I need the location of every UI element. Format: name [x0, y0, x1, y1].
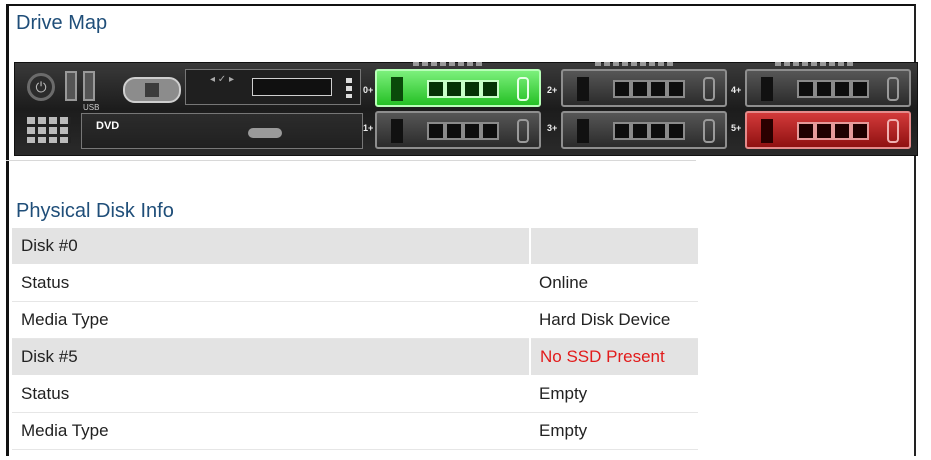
drive-grill-icon	[427, 122, 499, 140]
drive-bay-2[interactable]	[561, 69, 727, 107]
drive-handle-icon	[887, 119, 899, 143]
lcd-panel: ◂ ✓ ▸	[185, 69, 361, 105]
drive-handle-icon	[703, 119, 715, 143]
row-label: Status	[12, 264, 530, 302]
disk-header-label: Disk #0	[12, 228, 530, 265]
usb-label: USB	[83, 103, 100, 112]
row-label: Status	[12, 375, 530, 413]
dvd-logo: DVD	[96, 120, 120, 132]
drive-latch-icon	[761, 77, 773, 101]
drive-latch-icon	[391, 119, 403, 143]
drive-bay-4[interactable]	[745, 69, 911, 107]
row-label: Media Type	[12, 412, 530, 450]
chassis-strip	[413, 62, 483, 66]
drive-grill-icon	[613, 122, 685, 140]
dvd-eject-button-icon	[248, 128, 282, 138]
drive-grill-icon	[797, 122, 869, 140]
section-divider	[6, 160, 696, 161]
row-value: Empty	[530, 375, 698, 413]
chassis-strip	[595, 62, 675, 66]
vga-port-icon	[123, 77, 181, 103]
row-value: Hard Disk Device	[530, 301, 698, 339]
disk-header-value	[529, 228, 698, 265]
vent-grille-icon	[27, 117, 71, 143]
drive-latch-icon	[577, 119, 589, 143]
server-chassis: ⏻ USB ◂ ✓ ▸ DVD 0+ 1+ 2+ 3+ 4+ 5+	[14, 62, 918, 156]
drive-handle-icon	[517, 119, 529, 143]
drive-latch-icon	[391, 77, 403, 101]
drive-handle-icon	[517, 77, 529, 101]
bay-label-0: 0+	[363, 85, 374, 95]
power-button-icon: ⏻	[27, 73, 55, 101]
usb-port-icon	[65, 71, 77, 101]
indicator-lights-icon	[346, 78, 352, 98]
table-row: Media Type Hard Disk Device	[12, 301, 698, 339]
drive-grill-icon	[613, 80, 685, 98]
disk-info-table: Disk #0 Status Online Media Type Hard Di…	[12, 228, 698, 450]
drive-latch-icon	[577, 77, 589, 101]
table-row: Media Type Empty	[12, 412, 698, 450]
drive-grill-icon	[797, 80, 869, 98]
control-panel: ⏻ USB ◂ ✓ ▸ DVD	[17, 65, 369, 153]
table-row: Status Empty	[12, 375, 698, 413]
drive-grill-icon	[427, 80, 499, 98]
drive-bay-3[interactable]	[561, 111, 727, 149]
chassis-strip	[775, 62, 855, 66]
drive-latch-icon	[761, 119, 773, 143]
bay-label-3: 3+	[547, 123, 558, 133]
lcd-arrow-keys-icon: ◂ ✓ ▸	[210, 74, 234, 85]
drive-bay-0[interactable]	[375, 69, 541, 107]
drive-bay-5[interactable]	[745, 111, 911, 149]
disk-header-value: No SSD Present	[529, 338, 698, 376]
disk-header-row: Disk #0	[12, 228, 698, 265]
bay-label-2: 2+	[547, 85, 558, 95]
bay-label-1: 1+	[363, 123, 374, 133]
row-value: Online	[530, 264, 698, 302]
drive-handle-icon	[703, 77, 715, 101]
bay-label-4: 4+	[731, 85, 742, 95]
bay-label-5: 5+	[731, 123, 742, 133]
table-row: Status Online	[12, 264, 698, 302]
usb-port-icon	[83, 71, 95, 101]
row-label: Media Type	[12, 301, 530, 339]
drive-map-title: Drive Map	[16, 12, 108, 34]
physical-disk-info-title: Physical Disk Info	[16, 200, 174, 222]
disk-header-row: Disk #5 No SSD Present	[12, 338, 698, 376]
dvd-drive: DVD	[81, 113, 363, 149]
drive-bay-1[interactable]	[375, 111, 541, 149]
row-value: Empty	[530, 412, 698, 450]
drive-handle-icon	[887, 77, 899, 101]
lcd-screen	[252, 78, 332, 96]
disk-header-label: Disk #5	[12, 338, 530, 376]
